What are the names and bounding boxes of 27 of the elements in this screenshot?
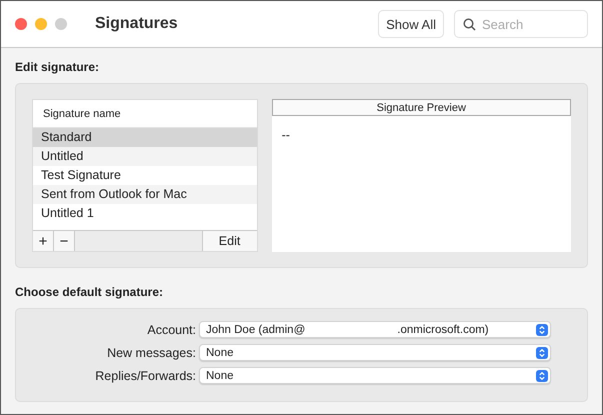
field-label: Replies/Forwards: xyxy=(94,368,197,382)
show-all-button[interactable]: Show All xyxy=(378,10,444,38)
section-heading: Choose default signature: xyxy=(15,285,164,299)
zoom-window-button[interactable] xyxy=(55,18,67,30)
popup-menu[interactable]: John Doe (admin@ .onmicrosoft.com) xyxy=(199,321,551,338)
minimize-window-button[interactable] xyxy=(35,18,47,30)
chevron-icon xyxy=(536,346,548,358)
edit-button[interactable]: Edit xyxy=(202,231,257,251)
signature-list-item[interactable]: Untitled 1 xyxy=(33,204,257,223)
signature-list-item[interactable]: Standard xyxy=(33,128,257,147)
preview-header: Signature Preview xyxy=(272,99,571,116)
remove-button[interactable]: − xyxy=(54,231,75,251)
signature-list-item[interactable]: Sent from Outlook for Mac xyxy=(33,185,257,204)
window-title: Signatures xyxy=(95,15,179,33)
section-heading: Edit signature: xyxy=(15,60,100,74)
close-window-button[interactable] xyxy=(15,18,27,30)
chevron-icon xyxy=(536,324,548,336)
signature-list-item[interactable]: Test Signature xyxy=(33,166,257,185)
signature-list-item[interactable]: Untitled xyxy=(33,147,257,166)
field-label: New messages: xyxy=(106,346,197,360)
popup-menu[interactable]: None xyxy=(199,367,551,384)
add-button[interactable]: + xyxy=(33,231,54,251)
preview-text: -- xyxy=(282,128,291,142)
field-label: Account: xyxy=(146,322,197,336)
popup-menu[interactable]: None xyxy=(199,344,551,361)
chevron-icon xyxy=(536,370,548,382)
search-field[interactable]: Search xyxy=(454,10,588,38)
